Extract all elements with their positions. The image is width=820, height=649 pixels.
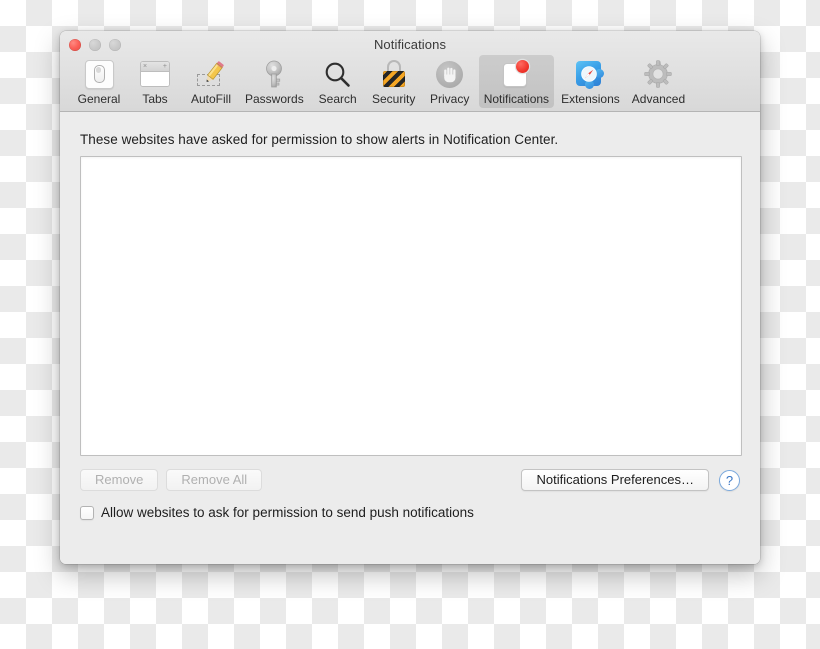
help-icon[interactable]: ? [719, 469, 740, 491]
toolbar-item-label: Search [318, 92, 357, 106]
website-permission-list[interactable] [80, 156, 742, 456]
gear-icon [642, 58, 674, 90]
intro-text: These websites have asked for permission… [80, 132, 559, 147]
toolbar-item-label: Notifications [483, 92, 550, 106]
toolbar-item-label: Passwords [245, 92, 304, 106]
toolbar-item-label: Advanced [631, 92, 686, 106]
toolbar-item-general[interactable]: General [72, 55, 126, 108]
general-switch-icon [83, 58, 115, 90]
toolbar-item-advanced[interactable]: Advanced [627, 55, 690, 108]
remove-button-group: Remove Remove All [80, 469, 263, 491]
notification-badge-icon [500, 58, 532, 90]
allow-push-checkbox[interactable] [80, 505, 94, 520]
safari-puzzle-icon [574, 58, 606, 90]
toolbar-item-notifications[interactable]: Notifications [478, 55, 555, 108]
toolbar-item-privacy[interactable]: Privacy [423, 55, 477, 108]
toolbar-item-tabs[interactable]: × + Tabs [128, 55, 182, 108]
hand-stop-icon [434, 58, 466, 90]
toolbar-item-list: General × + Tabs AutoFill Passwords Sear… [72, 55, 692, 108]
browser-tabs-icon: × + [139, 58, 171, 90]
transparency-backdrop: Notifications General × + Tabs AutoFill … [0, 0, 820, 649]
window-title: Notifications [373, 37, 447, 52]
button-row: Remove Remove All Notifications Preferen… [80, 469, 740, 493]
preferences-window: Notifications General × + Tabs AutoFill … [60, 31, 760, 564]
toolbar-item-passwords[interactable]: Passwords [240, 55, 309, 108]
window-toolbar: Notifications General × + Tabs AutoFill … [60, 31, 760, 112]
toolbar-item-label: Tabs [142, 92, 168, 106]
toolbar-item-security[interactable]: Security [367, 55, 421, 108]
toolbar-item-label: Privacy [430, 92, 470, 106]
preferences-help-group: Notifications Preferences… ? [521, 469, 740, 491]
allow-push-checkbox-row[interactable]: Allow websites to ask for permission to … [80, 505, 474, 520]
toolbar-item-search[interactable]: Search [311, 55, 365, 108]
remove-button[interactable]: Remove [80, 469, 159, 491]
key-icon [258, 58, 290, 90]
toolbar-item-label: AutoFill [190, 92, 231, 106]
magnifying-glass-icon [322, 58, 354, 90]
toolbar-item-autofill[interactable]: AutoFill [184, 55, 238, 108]
toolbar-item-label: Security [372, 92, 416, 106]
remove-all-button[interactable]: Remove All [166, 469, 263, 491]
toolbar-item-label: Extensions [561, 92, 620, 106]
striped-padlock-icon [378, 58, 410, 90]
toolbar-item-extensions[interactable]: Extensions [556, 55, 625, 108]
allow-push-checkbox-label: Allow websites to ask for permission to … [101, 505, 474, 520]
notifications-preferences-button[interactable]: Notifications Preferences… [521, 469, 709, 491]
pencil-autofill-icon [195, 58, 227, 90]
toolbar-item-label: General [77, 92, 121, 106]
notifications-pane: These websites have asked for permission… [60, 112, 760, 564]
